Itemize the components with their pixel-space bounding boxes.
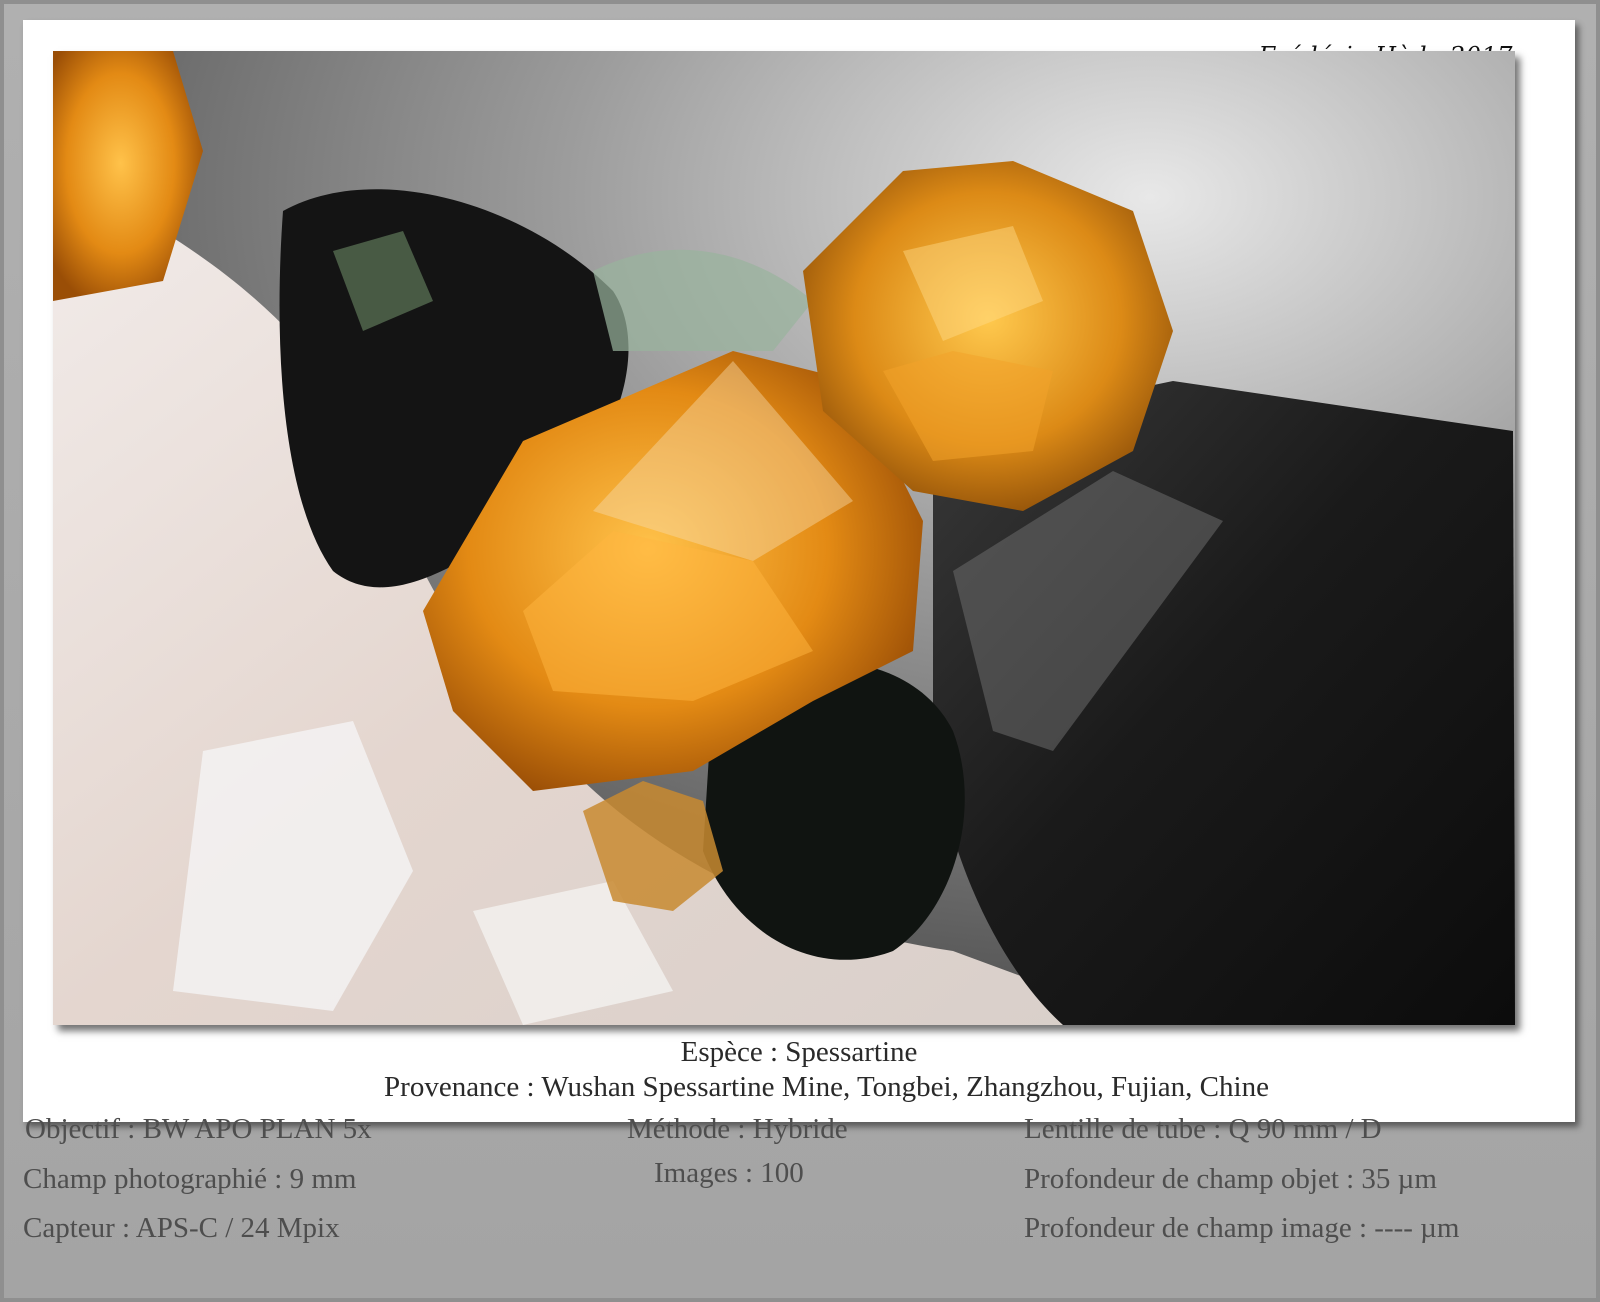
field-spec: Champ photographié : 9 mm xyxy=(23,1163,357,1195)
provenance-caption: Provenance : Wushan Spessartine Mine, To… xyxy=(384,1071,1269,1103)
objective-spec: Objectif : BW APO PLAN 5x xyxy=(25,1113,372,1145)
photo-card: Frédéric Hède 2017 xyxy=(23,20,1575,1122)
images-spec: Images : 100 xyxy=(654,1157,804,1189)
dof-object-spec: Profondeur de champ objet : 35 µm xyxy=(1024,1163,1437,1195)
mineral-photo-illustration xyxy=(53,51,1515,1025)
method-spec: Méthode : Hybride xyxy=(627,1113,848,1145)
dof-image-spec: Profondeur de champ image : ---- µm xyxy=(1024,1212,1460,1244)
mineral-photo xyxy=(53,51,1515,1025)
sensor-spec: Capteur : APS-C / 24 Mpix xyxy=(23,1212,340,1244)
tube-lens-spec: Lentille de tube : Q 90 mm / D xyxy=(1024,1113,1382,1145)
species-caption: Espèce : Spessartine xyxy=(680,1036,918,1068)
